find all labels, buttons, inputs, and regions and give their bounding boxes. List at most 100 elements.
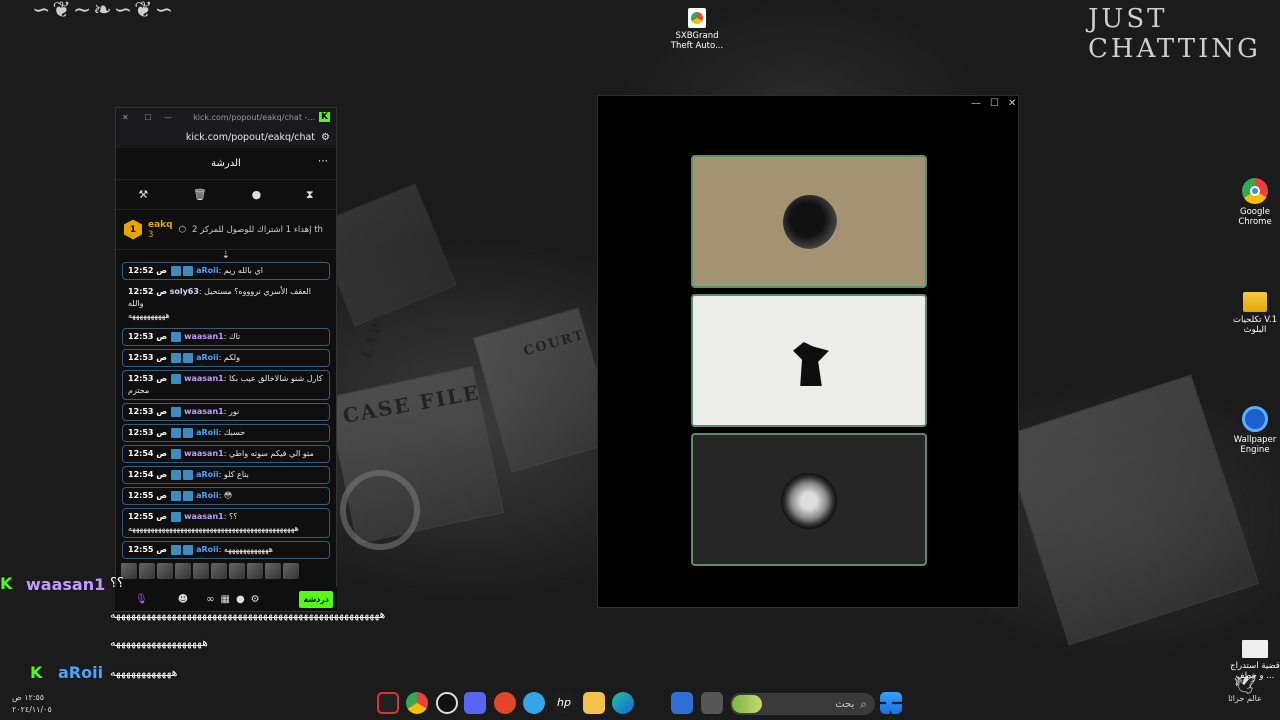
- chat-message[interactable]: 12:53 ص waasan1: نور: [122, 403, 330, 421]
- hammer-icon[interactable]: ⚒: [138, 188, 148, 201]
- message-time: 12:52 ص: [128, 287, 168, 296]
- taskbar-app-orange-icon[interactable]: [494, 692, 516, 714]
- message-username[interactable]: waasan1: [184, 374, 224, 383]
- emote[interactable]: [229, 563, 245, 579]
- chat-message[interactable]: 12:55 ص aRoii: ههههههههههههه: [122, 541, 330, 559]
- emote[interactable]: [265, 563, 281, 579]
- image-panel-3[interactable]: [691, 433, 927, 566]
- message-username[interactable]: aRoii: [196, 470, 219, 479]
- message-username[interactable]: aRoii: [196, 428, 219, 437]
- user-badge-icon: [170, 490, 181, 501]
- chat-message[interactable]: 12:54 ص waasan1: متو الي فيكم سوته واطي: [122, 445, 330, 463]
- taskbar-app-obs-icon[interactable]: [377, 692, 399, 714]
- settings-gear-icon[interactable]: ⚙: [251, 594, 260, 605]
- message-time: 12:55 ص: [128, 491, 168, 500]
- chat-message[interactable]: 12:52 ص aRoii: اي بالله ريم: [122, 262, 330, 280]
- more-options-icon[interactable]: ⋯: [318, 156, 328, 167]
- windows-start-icon[interactable]: [880, 692, 902, 714]
- mod-toolbar: ⚒ 🗑 ● ⧗: [116, 180, 336, 210]
- chat-popout-window: ✕ ☐ — kick.com/popout/eakq/chat -... K k…: [115, 107, 337, 612]
- emote[interactable]: [283, 563, 299, 579]
- mic-icon[interactable]: 🎙: [135, 594, 148, 605]
- message-time: 12:53 ص: [128, 407, 168, 416]
- desktop-icon-gta[interactable]: SXBGrand Theft Auto...: [667, 8, 727, 51]
- message-username[interactable]: waasan1: [184, 512, 224, 521]
- message-username[interactable]: aRoii: [196, 266, 219, 275]
- emote[interactable]: [157, 563, 173, 579]
- emote[interactable]: [193, 563, 209, 579]
- corner-label: عالم جرائا: [1228, 694, 1262, 703]
- desktop-icon-folder[interactable]: تكلحيات V.1 البلوث: [1225, 292, 1280, 335]
- wallpaper-engine-icon: [1242, 406, 1268, 432]
- message-username[interactable]: aRoii: [196, 545, 219, 554]
- chat-message[interactable]: 12:52 ص soly63: العقف الأسري نروووه؟ مست…: [122, 283, 330, 325]
- chat-message[interactable]: 12:53 ص waasan1: كارل شنو شالاخالق عيب ب…: [122, 370, 330, 400]
- chat-message[interactable]: 12:55 ص waasan1: ؟؟ ههههههههههههههههههههه…: [122, 508, 330, 538]
- chat-message[interactable]: 12:53 ص aRoii: حسبك: [122, 424, 330, 442]
- image-panel-1[interactable]: [691, 155, 927, 288]
- chat-icon[interactable]: ●: [236, 594, 245, 605]
- search-placeholder: بحث: [835, 698, 855, 710]
- message-username[interactable]: waasan1: [184, 449, 224, 458]
- overlay-user-1: waasan1: [26, 575, 106, 594]
- maximize-icon[interactable]: ☐: [138, 113, 158, 122]
- message-text-continued: ههههههههههه: [128, 311, 170, 320]
- message-text: اي بالله ريم: [223, 266, 263, 275]
- taskbar-chrome-icon[interactable]: [406, 692, 428, 714]
- taskbar-steam-icon[interactable]: [436, 692, 458, 714]
- taskbar-search[interactable]: بحث ⌕: [730, 693, 875, 715]
- desktop-icon-label: Google Chrome: [1238, 207, 1272, 228]
- message-username[interactable]: soly63: [170, 287, 199, 296]
- user-badge-icon: [170, 511, 181, 522]
- emote[interactable]: [175, 563, 191, 579]
- desktop-icon-wallpaper[interactable]: Wallpaper Engine: [1225, 406, 1280, 455]
- chat-message[interactable]: 12:54 ص aRoii: بتاع كلو: [122, 466, 330, 484]
- message-username[interactable]: waasan1: [184, 332, 224, 341]
- taskbar-store-icon[interactable]: [671, 692, 693, 714]
- infinity-icon[interactable]: ∞: [206, 594, 214, 605]
- scroll-down-icon[interactable]: ⇣: [116, 250, 336, 262]
- taskbar-edge-icon[interactable]: [612, 692, 634, 714]
- message-username[interactable]: waasan1: [184, 407, 224, 416]
- site-settings-icon[interactable]: ⚙: [321, 132, 330, 143]
- emote[interactable]: [211, 563, 227, 579]
- user-badge-icon: [170, 352, 181, 363]
- pinned-count: 3: [148, 229, 154, 240]
- document-icon: [1242, 640, 1268, 658]
- message-username[interactable]: aRoii: [196, 353, 219, 362]
- message-username[interactable]: aRoii: [196, 491, 219, 500]
- emote[interactable]: [139, 563, 155, 579]
- gift-icon: ⬡: [178, 224, 187, 235]
- desktop-icon-chrome[interactable]: Google Chrome: [1225, 178, 1280, 227]
- taskbar-discord-icon[interactable]: [464, 692, 486, 714]
- overlay-msg-1: ؟؟: [110, 576, 125, 591]
- emoji-icon[interactable]: ☻: [178, 594, 188, 605]
- taskbar-explorer-icon[interactable]: [583, 692, 605, 714]
- taskbar-clock[interactable]: ١٢:٥٥ ص ٢٠٢٤/١١/٠٥: [12, 692, 52, 716]
- store-icon[interactable]: ▦: [220, 594, 229, 605]
- url-bar[interactable]: kick.com/popout/eakq/chat ⚙: [116, 126, 336, 148]
- desktop-icon-label: تكلحيات V.1 البلوث: [1232, 315, 1278, 336]
- close-icon[interactable]: ✕: [122, 113, 138, 122]
- taskbar-hp-icon[interactable]: hp: [553, 692, 575, 714]
- close-icon[interactable]: ✕: [1008, 98, 1016, 109]
- chat-message[interactable]: 12:53 ص aRoii: ولكم: [122, 349, 330, 367]
- emote[interactable]: [247, 563, 263, 579]
- send-button[interactable]: دردشة: [299, 590, 333, 608]
- search-decoration-image: [732, 695, 762, 713]
- overlay-user-2: aRoii: [58, 663, 104, 682]
- user-badge-icon: [170, 544, 181, 555]
- chat-message[interactable]: 12:55 ص aRoii: 😳: [122, 487, 330, 505]
- maximize-icon[interactable]: ☐: [990, 98, 999, 109]
- taskbar-app-blue-icon[interactable]: [523, 692, 545, 714]
- message-text: حسبك: [223, 428, 246, 437]
- silhouette-figure-image: [793, 342, 829, 386]
- taskbar-taskview-icon[interactable]: [701, 692, 723, 714]
- chat-bubble-icon[interactable]: ●: [252, 188, 262, 201]
- chat-message[interactable]: 12:53 ص waasan1: تاك: [122, 328, 330, 346]
- image-panel-2[interactable]: [691, 294, 927, 427]
- minimize-icon[interactable]: —: [971, 98, 981, 109]
- trash-icon[interactable]: 🗑: [193, 188, 207, 201]
- hourglass-icon[interactable]: ⧗: [306, 188, 314, 202]
- minimize-icon[interactable]: —: [158, 113, 178, 122]
